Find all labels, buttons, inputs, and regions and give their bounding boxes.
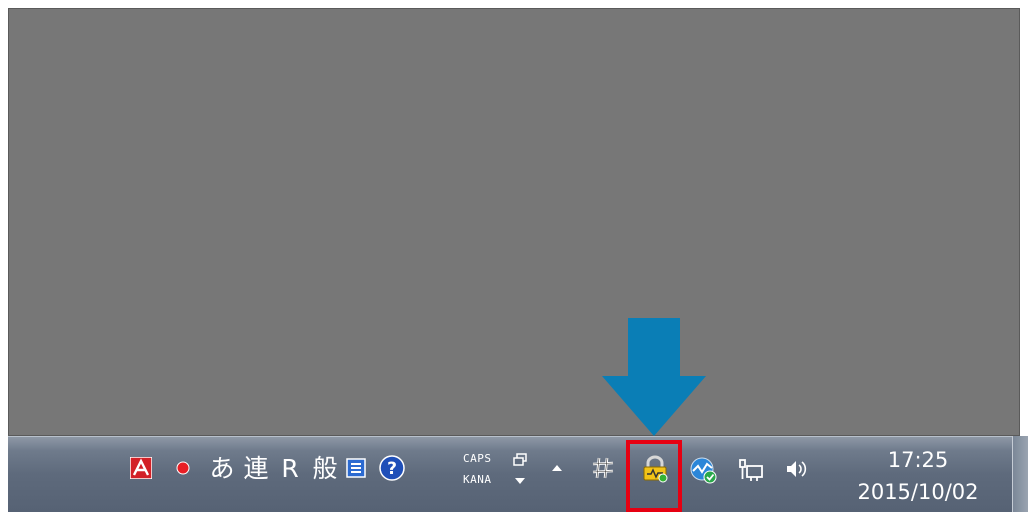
screenshot-frame: あ 連 R 般 ? CAPS KANA 17:25 2015/10/02 [0,0,1028,512]
highlight-box [626,440,682,512]
ime-hiragana-label: あ [209,453,235,483]
dropdown-icon[interactable] [512,474,528,488]
desktop-area[interactable] [8,8,1020,436]
show-desktop-button[interactable] [1012,436,1028,512]
ime-dictionary-label: 般 [312,453,338,483]
pointer-arrow-icon [602,318,706,436]
adobe-reader-icon[interactable] [129,456,153,480]
ime-r-mode[interactable]: R [276,452,304,484]
ime-hiragana-mode[interactable]: あ [207,452,237,484]
clock-date: 2015/10/02 [857,480,979,504]
kana-indicator: KANA [463,473,492,486]
show-hidden-icons-icon[interactable] [549,460,565,476]
network-icon[interactable] [737,456,765,484]
taskbar-clock[interactable]: 17:25 2015/10/02 [832,440,1004,510]
network-monitor-icon[interactable] [688,455,718,485]
clock-time: 17:25 [887,448,949,472]
caps-indicator: CAPS [463,452,492,465]
record-icon[interactable] [174,459,192,477]
help-icon[interactable]: ? [379,455,405,481]
svg-text:?: ? [387,459,397,479]
ime-conversion-mode[interactable]: 連 [241,452,271,484]
ime-pad-icon[interactable] [345,457,367,479]
restore-icon[interactable] [512,452,528,468]
hash-tool-icon[interactable] [590,455,616,481]
volume-icon[interactable] [783,456,809,482]
ime-conversion-label: 連 [243,453,269,483]
ime-dictionary-mode[interactable]: 般 [309,452,341,484]
ime-r-label: R [281,453,299,483]
